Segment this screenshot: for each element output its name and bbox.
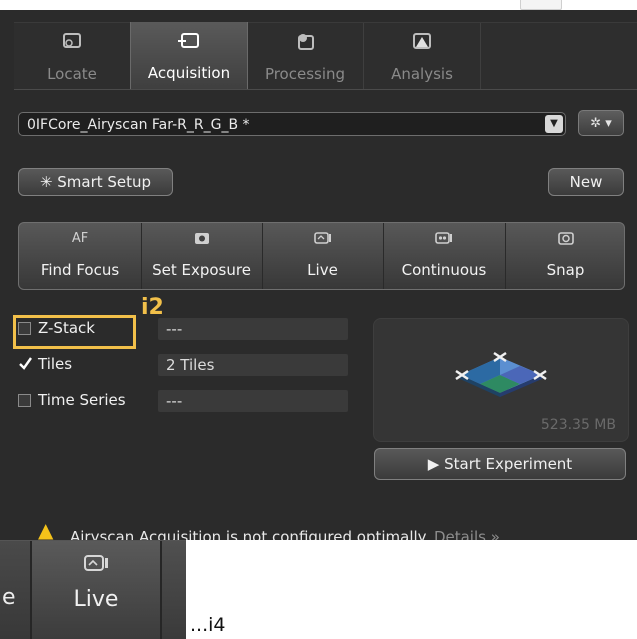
tab-label: Analysis [391,65,453,83]
main-tab-bar: Locate Acquisition Processing Analysis [14,22,637,90]
experiment-preview: 523.35 MB [373,318,629,442]
window-top-strip [0,0,637,10]
new-label: New [569,173,603,191]
z-stack-value: --- [158,318,348,340]
zen-panel: Locate Acquisition Processing Analysis 0… [0,0,637,540]
annotation-i4: ...i4 [190,614,226,636]
chevron-down-icon[interactable]: ▼ [545,115,563,133]
warning-icon: ▲ [38,518,54,540]
time-series-label[interactable]: Time Series [38,391,126,409]
new-experiment-button[interactable]: New [548,168,624,196]
live-icon [262,231,383,249]
smart-setup-label: Smart Setup [57,173,152,191]
experiment-options-button[interactable]: ✲ ▾ [578,110,624,136]
processing-icon [247,31,363,53]
tab-analysis[interactable]: Analysis [364,23,481,89]
tool-label: Snap [546,261,585,279]
live-button-large[interactable]: Live [32,541,162,639]
data-size: 523.35 MB [540,417,616,433]
tab-label: Acquisition [147,64,231,82]
af-label: AF [71,231,89,246]
time-series-value: --- [158,390,348,412]
analysis-icon [364,31,480,53]
gear-icon: ✲ [590,116,602,131]
tiles-checkbox[interactable] [18,357,32,371]
tiles-row: Tiles 2 Tiles [18,354,348,376]
snap-icon [505,231,624,249]
z-stack-highlight [13,315,136,349]
start-label: Start Experiment [444,455,573,473]
continuous-icon [383,231,505,249]
warning-bar: ▲ Airyscan Acquisition is not configured… [38,518,598,540]
set-exposure-button[interactable]: Set Exposure [141,223,263,289]
play-icon: ▶ [427,455,440,473]
chevron-down-icon: ▾ [605,116,612,131]
snap-button[interactable]: Snap [505,223,624,289]
window-control[interactable] [520,0,562,10]
tab-label: Locate [47,65,97,83]
tab-acquisition[interactable]: Acquisition [130,22,248,89]
tool-label: Continuous [401,261,487,279]
tool-label: Set Exposure [152,261,251,279]
tiles-label[interactable]: Tiles [38,355,72,373]
annotation-i2: i2 [141,295,164,320]
acquisition-toolbar: AF Find Focus Set Exposure Live Continuo… [18,222,625,290]
time-series-row: Time Series --- [18,390,348,412]
tab-locate[interactable]: Locate [14,23,131,89]
live-icon [32,553,160,578]
time-series-checkbox[interactable] [18,394,31,407]
acquisition-icon [131,30,247,52]
tool-label: Live [307,261,338,279]
tiles-value: 2 Tiles [158,354,348,376]
warning-text: Airyscan Acquisition is not configured o… [70,528,430,540]
live-button-zoom: e Live [0,540,186,639]
start-experiment-button[interactable]: ▶ Start Experiment [374,448,626,480]
adjacent-button-fragment [162,541,186,639]
tool-label: Find Focus [40,261,120,279]
locate-icon [14,31,130,53]
smart-setup-icon: ✳ [39,173,53,191]
live-label: Live [73,587,119,612]
experiment-name: 0IFCore_Airyscan Far-R_R_G_B * [27,117,250,133]
tile-preview-icon [455,351,547,397]
details-link[interactable]: Details » [434,528,500,540]
tab-processing[interactable]: Processing [247,23,364,89]
camera-icon [141,231,262,249]
find-focus-button[interactable]: AF Find Focus [19,223,142,289]
smart-setup-button[interactable]: ✳ Smart Setup [18,168,173,196]
live-button[interactable]: Live [262,223,384,289]
experiment-select[interactable]: 0IFCore_Airyscan Far-R_R_G_B * ▼ [18,112,566,136]
continuous-button[interactable]: Continuous [383,223,506,289]
tab-label: Processing [264,65,346,83]
adjacent-button-fragment: e [0,541,32,639]
